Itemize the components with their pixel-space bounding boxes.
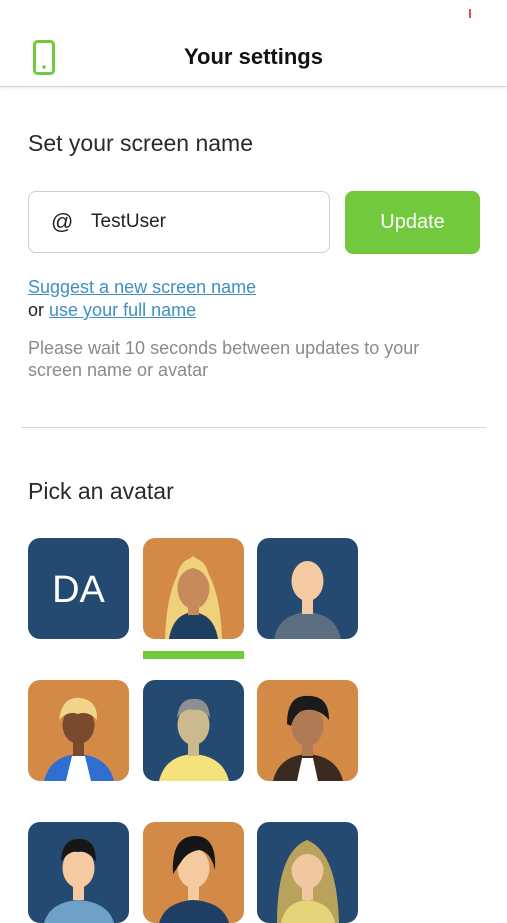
full-name-line: or use your full name [28,300,196,321]
use-full-name-link[interactable]: use your full name [49,300,196,320]
suggest-name-line: Suggest a new screen name [28,277,256,298]
avatar-heading: Pick an avatar [28,478,174,504]
avatar-curly-woman[interactable] [257,680,358,781]
avatar-older-man[interactable] [143,680,244,781]
avatar-long-hair-woman[interactable] [257,822,358,923]
selected-avatar-indicator [143,651,244,659]
screen-name-heading: Set your screen name [28,130,254,156]
avatar-blonde-woman[interactable] [143,538,244,639]
initials-text: DA [52,569,105,611]
page-title: Your settings [184,44,323,69]
screen-name-field[interactable]: @ [28,191,330,253]
help-text: Please wait 10 seconds between updates t… [28,338,420,380]
or-text: or [28,300,45,320]
app-header: Your settings [0,28,507,87]
status-indicator [469,9,471,18]
avatar-bob-hair-woman[interactable] [143,822,244,923]
update-button[interactable]: Update [345,191,480,254]
avatar-dark-hair-man[interactable] [28,822,129,923]
avatar-curly-blonde-man[interactable] [28,680,129,781]
suggest-name-link[interactable]: Suggest a new screen name [28,277,256,297]
avatar-bald-man[interactable] [257,538,358,639]
screen-name-input[interactable] [91,206,311,238]
section-divider [21,427,486,428]
at-icon: @ [51,209,74,234]
avatar-initials[interactable]: DA [28,538,129,639]
